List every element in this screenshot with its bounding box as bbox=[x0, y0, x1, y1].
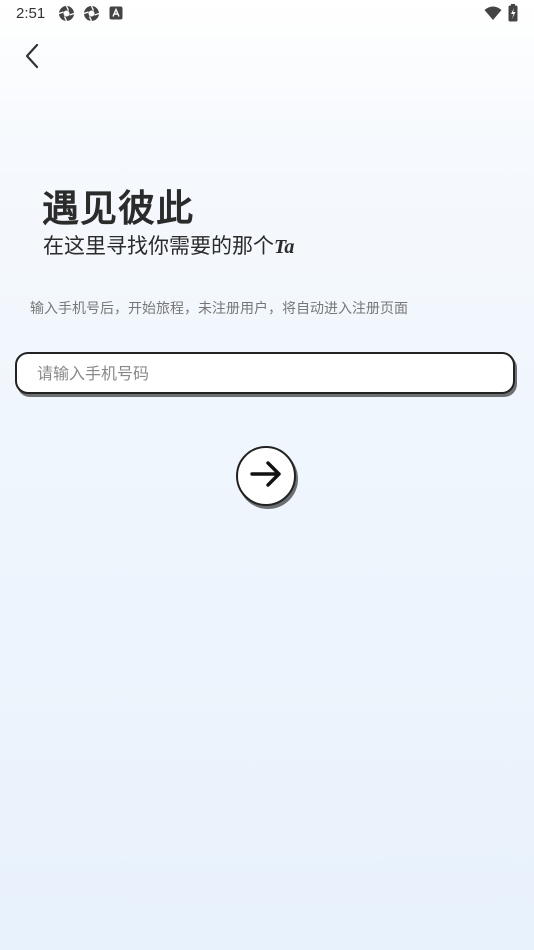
hint-text: 输入手机号后，开始旅程，未注册用户，将自动进入注册页面 bbox=[30, 301, 408, 317]
status-time: 2:51 bbox=[16, 5, 46, 22]
page-subtitle: 在这里寻找你需要的那个Ta bbox=[43, 230, 294, 260]
chevron-left-icon bbox=[24, 43, 40, 73]
aperture-icon bbox=[58, 5, 75, 22]
a-box-icon bbox=[109, 6, 126, 23]
next-button[interactable] bbox=[236, 446, 296, 506]
aperture-icon bbox=[83, 5, 100, 22]
back-button[interactable] bbox=[16, 40, 48, 76]
phone-input-container bbox=[15, 352, 515, 394]
subtitle-ta: Ta bbox=[274, 236, 295, 258]
arrow-right-icon bbox=[249, 460, 283, 492]
status-bar: 2:51 bbox=[0, 0, 534, 28]
page-title: 遇见彼此 bbox=[42, 187, 194, 230]
subtitle-text: 在这里寻找你需要的那个 bbox=[43, 234, 274, 258]
wifi-icon bbox=[484, 6, 502, 23]
phone-input[interactable] bbox=[37, 354, 497, 392]
battery-charging-icon bbox=[508, 4, 525, 22]
